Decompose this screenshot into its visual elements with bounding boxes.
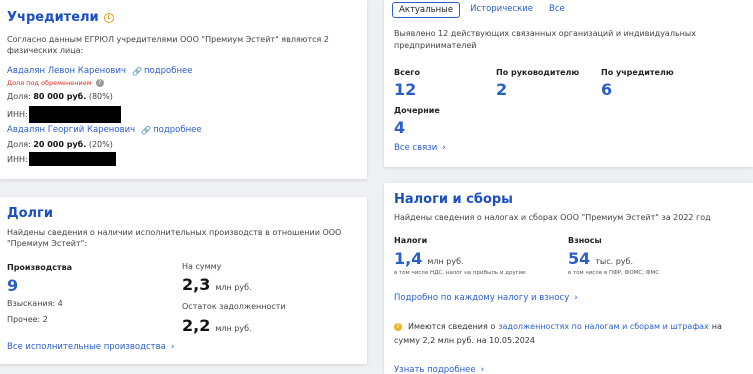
stat-label: По учредителю xyxy=(601,68,674,77)
stat-value: 6 xyxy=(601,80,613,99)
founder-name-link[interactable]: Авдалян Левон Каренович xyxy=(7,66,126,76)
clock-icon[interactable] xyxy=(103,12,114,23)
help-icon[interactable]: ? xyxy=(95,79,104,87)
encumbrance-label: Доля под обременением xyxy=(7,79,92,87)
connections-tabs: Актуальные Исторические Все xyxy=(392,2,571,18)
fees-label: Взносы xyxy=(568,236,602,245)
stat-by-founder[interactable]: По учредителю 6 xyxy=(601,68,674,99)
all-proceedings-label: Все исполнительные производства xyxy=(7,342,166,352)
founder-more-link[interactable]: подробнее xyxy=(144,66,193,76)
share-value: 20 000 руб. xyxy=(33,140,87,149)
taxes-unit: млн руб. xyxy=(427,257,464,266)
founders-title: Учредители xyxy=(7,10,99,25)
founder-inn: ИНН: xyxy=(7,106,121,123)
all-connections-link[interactable]: Все связи › xyxy=(394,143,446,153)
taxes-value: 1,4 xyxy=(394,249,423,268)
inn-label: ИНН: xyxy=(7,154,28,164)
all-connections-label: Все связи xyxy=(394,143,438,153)
founder-share: Доля: 20 000 руб. (20%) xyxy=(7,140,113,149)
founder-inn: ИНН: xyxy=(7,152,116,166)
stat-by-director[interactable]: По руководителю 2 xyxy=(496,68,579,99)
founder-share: Доля: 80 000 руб. (80%) xyxy=(7,92,113,101)
tab-all[interactable]: Все xyxy=(543,2,571,18)
founder-row: Авдалян Георгий Каренович 🔗 подробнее xyxy=(7,125,202,135)
debts-title: Долги xyxy=(7,206,53,221)
remain-value: 2,2 xyxy=(182,316,211,335)
connections-intro: Выявлено 12 действующих связанных органи… xyxy=(394,29,696,50)
chevron-right-icon: › xyxy=(170,342,175,352)
stat-value: 12 xyxy=(394,80,417,99)
sum-unit: млн руб. xyxy=(215,283,252,292)
stat-label: По руководителю xyxy=(496,68,580,77)
stat-value: 2 xyxy=(496,80,508,99)
all-proceedings-link[interactable]: Все исполнительные производства › xyxy=(7,342,174,352)
proceedings-label: Производства xyxy=(7,263,73,272)
share-percent: (20%) xyxy=(88,140,113,149)
share-label: Доля: xyxy=(7,140,31,149)
link-icon[interactable]: 🔗 xyxy=(141,126,151,135)
taxes-amount: 1,4 млн руб. xyxy=(394,249,464,268)
chevron-right-icon: › xyxy=(480,365,485,374)
stat-subsidiaries[interactable]: Дочерние 4 xyxy=(394,106,440,137)
redacted-inn xyxy=(28,106,121,123)
tab-historical[interactable]: Исторические xyxy=(464,2,539,18)
founder-row: Авдалян Левон Каренович 🔗 подробнее xyxy=(7,66,192,76)
share-label: Доля: xyxy=(7,92,31,101)
notice-link[interactable]: задолженностях по налогам и сборам и штр… xyxy=(498,322,709,331)
founder-more-link[interactable]: подробнее xyxy=(153,125,202,135)
link-icon[interactable]: 🔗 xyxy=(132,67,142,76)
founder-name-link[interactable]: Авдалян Георгий Каренович xyxy=(7,125,135,135)
tab-actual[interactable]: Актуальные xyxy=(392,2,461,18)
tax-debt-notice: ! Имеются сведения о задолженностях по н… xyxy=(394,322,722,331)
stat-value: 4 xyxy=(394,118,406,137)
sum-label: На сумму xyxy=(182,262,222,271)
founders-intro: Согласно данным ЕГРЮЛ учредителями ООО "… xyxy=(7,35,329,55)
learn-more-link[interactable]: Узнать подробнее › xyxy=(394,365,484,374)
share-percent: (80%) xyxy=(88,92,113,101)
debts-intro: Найдены сведения о наличии исполнительны… xyxy=(7,228,342,248)
fees-value: 54 xyxy=(568,249,591,268)
chevron-right-icon: › xyxy=(574,293,578,303)
founders-header: Учредители xyxy=(7,10,114,25)
remain-unit: млн руб. xyxy=(215,324,252,333)
other-text: Прочее: 2 xyxy=(7,315,48,324)
share-value: 80 000 руб. xyxy=(33,92,87,101)
stat-total[interactable]: Всего 12 xyxy=(394,68,420,99)
remain-label: Остаток задолженности xyxy=(182,302,286,311)
inn-label: ИНН: xyxy=(7,110,28,119)
fees-amount: 54 тыс. руб. xyxy=(568,249,633,268)
connections-card: Актуальные Исторические Все Выявлено 12 … xyxy=(384,0,753,167)
redacted-inn xyxy=(28,152,116,166)
notice-text-end: на xyxy=(711,322,722,331)
remain-amount: 2,2 млн руб. xyxy=(182,316,252,335)
tax-detail-link[interactable]: Подробно по каждому налогу и взносу › xyxy=(394,293,578,303)
debts-card: Долги Найдены сведения о наличии исполни… xyxy=(0,197,367,364)
recovery-text: Взыскания: 4 xyxy=(7,299,63,308)
warning-icon: ! xyxy=(394,322,402,331)
tax-detail-label: Подробно по каждому налогу и взносу xyxy=(394,293,570,303)
taxes-label: Налоги xyxy=(394,236,428,245)
taxes-intro: Найдены сведения о налогах и сборах ООО … xyxy=(394,213,711,222)
notice-text: Имеются сведения о xyxy=(408,322,496,331)
sum-value: 2,3 xyxy=(182,275,211,294)
taxes-card: Налоги и сборы Найдены сведения о налога… xyxy=(384,183,753,374)
encumbrance-row: Доля под обременением ? xyxy=(7,79,104,87)
notice-line2: сумму 2,2 млн руб. на 10.05.2024 xyxy=(394,336,535,345)
stat-label: Дочерние xyxy=(394,106,440,115)
stat-label: Всего xyxy=(394,68,420,77)
fees-unit: тыс. руб. xyxy=(595,257,634,266)
fees-note: в том числе в ПФР, ФОМС, ФМС xyxy=(568,270,660,276)
learn-more-label: Узнать подробнее xyxy=(394,365,476,374)
sum-amount: 2,3 млн руб. xyxy=(182,275,252,294)
chevron-right-icon: › xyxy=(442,143,446,153)
taxes-note: в том числе НДС, налог на прибыль и друг… xyxy=(394,270,526,276)
taxes-title: Налоги и сборы xyxy=(394,192,513,207)
proceedings-value[interactable]: 9 xyxy=(7,276,18,295)
founders-card: Учредители Согласно данным ЕГРЮЛ учредит… xyxy=(0,0,367,179)
